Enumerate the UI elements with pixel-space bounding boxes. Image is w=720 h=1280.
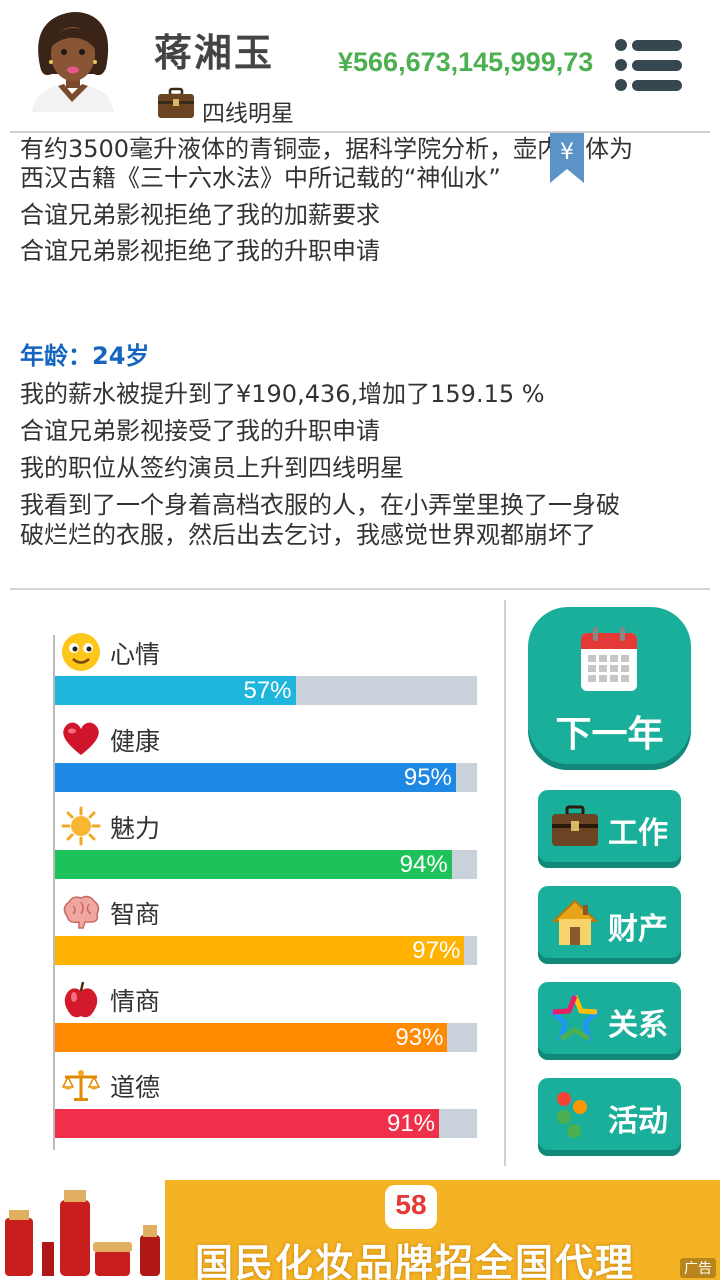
brain-icon (63, 895, 100, 929)
briefcase-icon (158, 87, 194, 118)
svg-text:¥: ¥ (560, 140, 574, 165)
apple-icon (64, 981, 98, 1018)
menu-icon[interactable] (614, 38, 684, 92)
ad-tag: 广告 (680, 1258, 716, 1278)
sun-icon (61, 806, 101, 846)
ad-logo: 58 (385, 1185, 437, 1229)
ad-banner[interactable]: 58 国民化妆品牌招全国代理 广告 (0, 1180, 720, 1280)
smiley-face-icon (62, 633, 100, 671)
stat-bar: 94% (55, 850, 477, 879)
log-line: 合谊兄弟影视接受了我的升职申请 (20, 417, 380, 445)
stat-bar-fill: 97% (55, 936, 465, 965)
assets-label: 财产 (608, 912, 668, 947)
heart-icon (63, 722, 99, 755)
job-title: 四线明星 (202, 101, 294, 127)
stat-health: 健康 95% (55, 719, 477, 799)
calendar-icon (581, 627, 637, 691)
stat-bar: 57% (55, 676, 477, 705)
activities-icon (557, 1092, 587, 1138)
stats-panel: 心情 57% 健康 95% 魅力 94% 智商 97% 情商 93% 道德 91… (0, 600, 505, 1160)
stat-bar-fill: 91% (55, 1109, 440, 1138)
log-line: 合谊兄弟影视拒绝了我的加薪要求 (20, 201, 380, 229)
player-name: 蒋湘玉 (154, 31, 275, 75)
house-icon (551, 899, 599, 945)
stat-label: 心情 (110, 640, 161, 669)
activities-button[interactable]: 活动 (538, 1078, 681, 1156)
stat-label: 健康 (110, 727, 161, 756)
log-line: 有约3500毫升液体的青铜壶，据科学院分析，壶内液体为 (20, 135, 634, 163)
stat-bar-fill: 57% (55, 676, 296, 705)
stat-label: 情商 (110, 987, 161, 1016)
stat-bar: 93% (55, 1023, 477, 1052)
stat-bar-fill: 95% (55, 763, 456, 792)
log-line: 我的薪水被提升到了¥190,436,增加了159.15 % (20, 380, 545, 408)
stat-label: 智商 (110, 900, 161, 929)
relations-label: 关系 (608, 1008, 668, 1043)
stat-bar: 91% (55, 1109, 477, 1138)
star-icon (550, 993, 600, 1042)
stat-value: 93% (395, 1024, 444, 1051)
log-line: 破烂烂的衣服，然后出去乞讨，我感觉世界观都崩坏了 (20, 521, 596, 549)
money-bookmark-icon[interactable]: ¥ (548, 133, 586, 185)
column-divider (504, 600, 506, 1166)
stat-bar: 95% (55, 763, 477, 792)
stat-bar-fill: 94% (55, 850, 452, 879)
stat-value: 95% (403, 764, 452, 791)
money-balance: ¥566,673,145,999,73 (338, 47, 594, 77)
stat-mood: 心情 57% (55, 632, 477, 712)
header: 蒋湘玉 四线明星 ¥566,673,145,999,73 (0, 0, 720, 132)
log-line: 我看到了一个身着高档衣服的人，在小弄堂里换了一身破 (20, 491, 620, 519)
log-line: 西汉古籍《三十六水法》中所记载的“神仙水” (20, 164, 501, 192)
relations-button[interactable]: 关系 (538, 982, 681, 1060)
activities-label: 活动 (608, 1104, 668, 1139)
work-label: 工作 (608, 816, 668, 851)
next-year-label: 下一年 (555, 714, 664, 755)
stat-label: 道德 (110, 1073, 161, 1102)
avatar[interactable] (28, 8, 116, 112)
next-year-button[interactable]: 下一年 (528, 607, 691, 770)
cosmetics-image (0, 1180, 165, 1280)
stat-charm: 魅力 94% (55, 806, 477, 886)
stat-value: 97% (412, 937, 461, 964)
stat-eq: 情商 93% (55, 979, 477, 1059)
log-line: 我的职位从签约演员上升到四线明星 (20, 454, 404, 482)
scales-icon (61, 1070, 101, 1101)
assets-button[interactable]: 财产 (538, 886, 681, 964)
stat-label: 魅力 (110, 814, 161, 843)
stat-value: 57% (243, 677, 292, 704)
ad-content: 58 国民化妆品牌招全国代理 广告 (165, 1180, 720, 1280)
work-button[interactable]: 工作 (538, 790, 681, 868)
section-divider (10, 588, 710, 590)
briefcase-icon (552, 805, 598, 846)
age-heading: 年龄：24岁 (20, 342, 150, 370)
ad-text: 国民化妆品牌招全国代理 (195, 1241, 636, 1280)
stat-value: 94% (399, 851, 448, 878)
stat-bar-fill: 93% (55, 1023, 448, 1052)
log-line: 合谊兄弟影视拒绝了我的升职申请 (20, 237, 380, 265)
stat-bar: 97% (55, 936, 477, 965)
stat-iq: 智商 97% (55, 892, 477, 972)
stat-value: 91% (386, 1110, 436, 1137)
ad-logo-text: 58 (395, 1189, 427, 1220)
event-log[interactable]: 有约3500毫升液体的青铜壶，据科学院分析，壶内液体为 西汉古籍《三十六水法》中… (0, 133, 720, 588)
stat-morality: 道德 91% (55, 1065, 477, 1145)
